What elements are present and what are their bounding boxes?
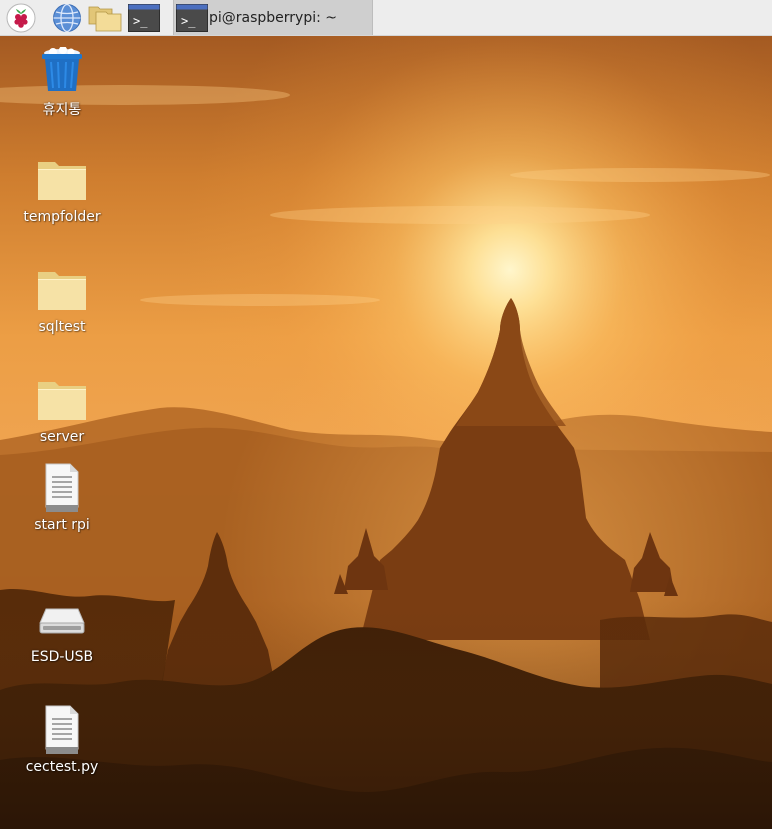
desktop[interactable]: 휴지통 tempfolder sqltest server start rpi … [0, 36, 772, 829]
terminal-launcher-button[interactable]: >_ [128, 2, 160, 34]
trash-icon [36, 44, 88, 96]
desktop-icon-tempfolder[interactable]: tempfolder [7, 154, 117, 225]
desktop-icon-sqltest[interactable]: sqltest [7, 264, 117, 335]
file-manager-icon [88, 4, 122, 32]
web-browser-button[interactable] [51, 2, 83, 34]
folder-icon [36, 154, 88, 206]
desktop-icon-label: sqltest [38, 319, 86, 335]
desktop-icon-label: server [39, 429, 85, 445]
usb-drive-icon [36, 594, 88, 646]
task-title: pi@raspberrypi: ~ [209, 9, 338, 26]
desktop-icon-label: start rpi [34, 517, 90, 533]
task-button-terminal[interactable]: >_ pi@raspberrypi: ~ [173, 0, 373, 35]
desktop-icon-trash[interactable]: 휴지통 [7, 44, 117, 119]
folder-icon [36, 374, 88, 426]
file-manager-button[interactable] [88, 2, 122, 34]
desktop-icon-cectest-py[interactable]: cectest.py [7, 704, 117, 775]
text-file-icon [36, 704, 88, 756]
terminal-icon: >_ [128, 4, 160, 32]
folder-icon [36, 264, 88, 316]
web-browser-icon [52, 3, 82, 33]
terminal-icon: >_ [176, 2, 208, 34]
svg-text:>_: >_ [181, 14, 196, 28]
svg-text:>_: >_ [133, 14, 148, 28]
desktop-icon-label: 휴지통 [42, 102, 82, 118]
desktop-icon-esd-usb[interactable]: ESD-USB [7, 594, 117, 665]
text-file-icon [36, 462, 88, 514]
taskbar: >_ >_ pi@raspberrypi: ~ [0, 0, 772, 36]
desktop-icon-start-rpi[interactable]: start rpi [7, 462, 117, 533]
raspberry-menu-icon [6, 3, 36, 33]
desktop-icon-label: cectest.py [25, 759, 99, 775]
screen: 휴지통 tempfolder sqltest server start rpi … [0, 0, 772, 829]
desktop-icon-label: tempfolder [23, 209, 101, 225]
raspberry-menu-button[interactable] [5, 2, 37, 34]
desktop-icon-label: ESD-USB [30, 649, 94, 665]
desktop-icon-server[interactable]: server [7, 374, 117, 445]
